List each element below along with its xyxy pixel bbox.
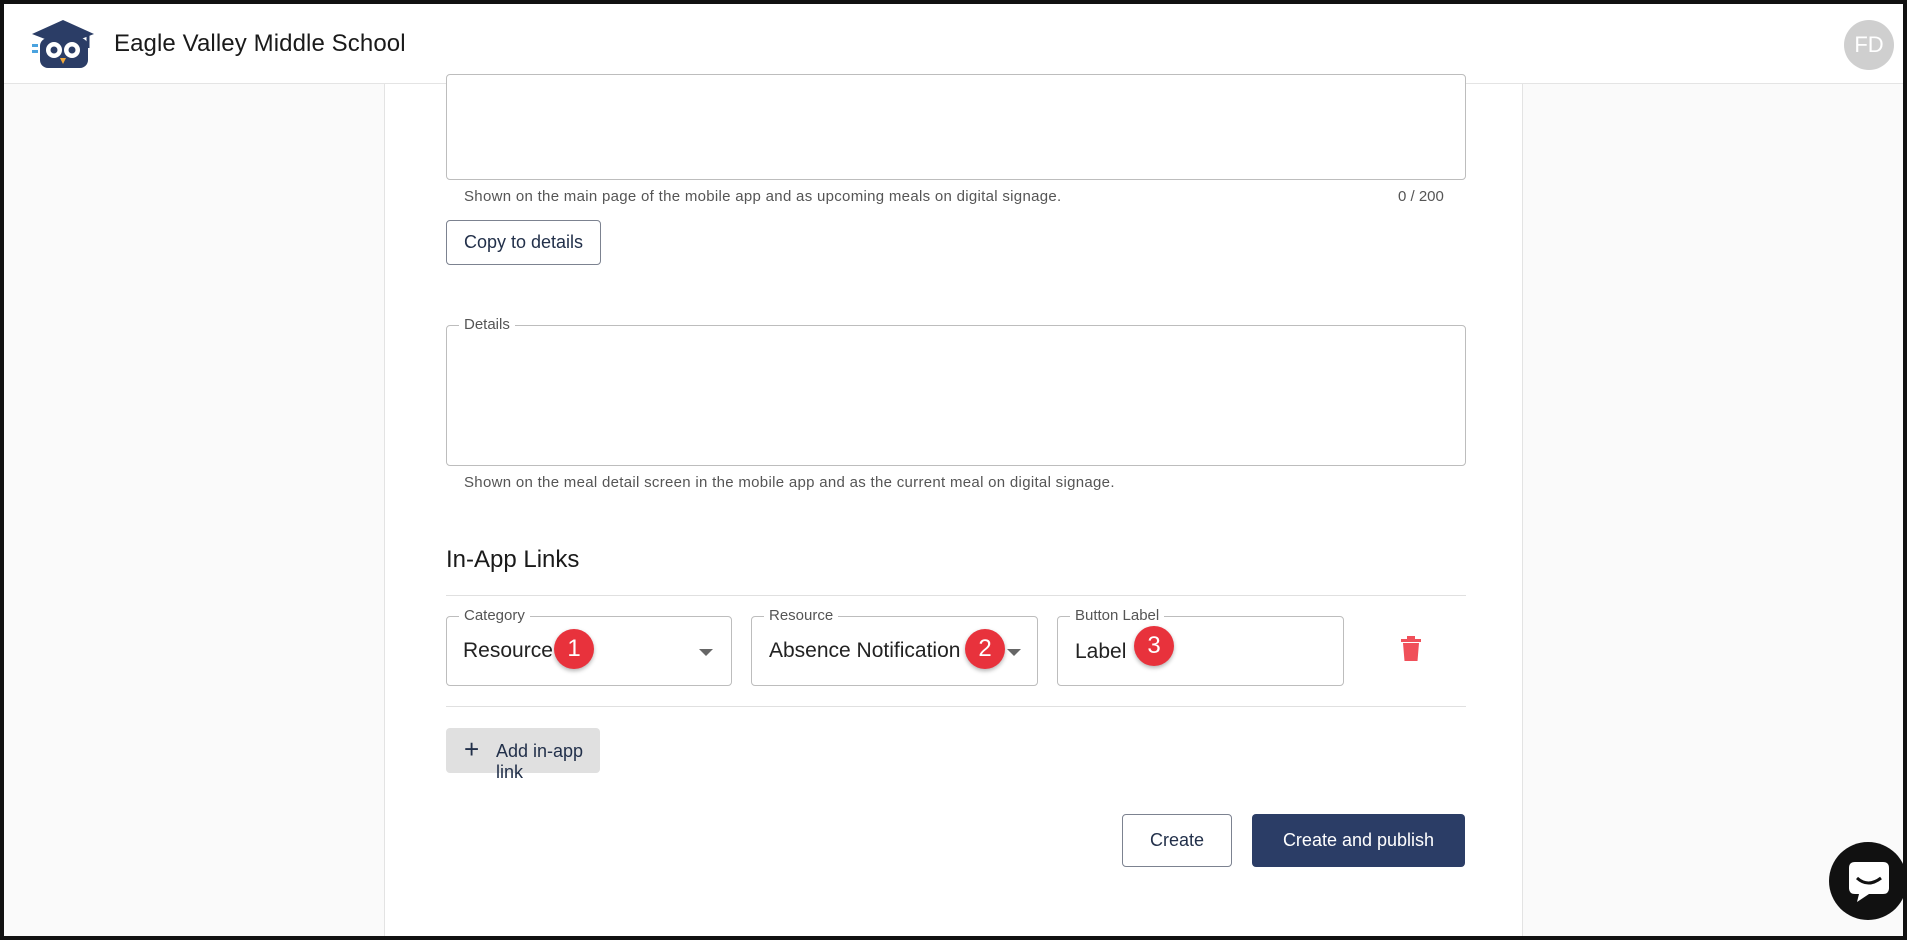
add-in-app-link-button[interactable]: + Add in-app link	[446, 728, 600, 782]
chevron-down-icon	[699, 649, 713, 656]
add-in-app-link-label: Add in-app link	[496, 741, 584, 782]
copy-to-details-button[interactable]: Copy to details	[446, 220, 601, 265]
plus-icon: +	[464, 734, 480, 764]
details-label: Details	[459, 316, 515, 333]
category-label: Category	[459, 607, 530, 624]
chevron-down-icon	[1007, 649, 1021, 656]
row-divider	[446, 706, 1466, 707]
step-badge-2: 2	[965, 629, 1005, 669]
trash-icon[interactable]	[1400, 636, 1422, 662]
summary-char-counter: 0 / 200	[1398, 188, 1444, 205]
step-badge-1: 1	[554, 629, 594, 669]
step-badge-3: 3	[1134, 626, 1174, 666]
resource-value: Absence Notification	[769, 639, 961, 662]
button-label-value: Label	[1075, 640, 1127, 663]
resource-label: Resource	[764, 607, 839, 624]
user-avatar[interactable]: FD	[1844, 20, 1894, 70]
top-app-bar: Eagle Valley Middle School FD	[0, 0, 1907, 84]
details-textarea[interactable]	[446, 325, 1466, 466]
school-logo-icon[interactable]	[30, 18, 96, 70]
button-label-label: Button Label	[1070, 607, 1165, 624]
summary-helper-text: Shown on the main page of the mobile app…	[464, 188, 1062, 205]
summary-textarea[interactable]	[446, 74, 1466, 180]
form-panel: Shown on the main page of the mobile app…	[384, 74, 1523, 940]
details-helper-text: Shown on the meal detail screen in the m…	[464, 474, 1115, 491]
button-label-input[interactable]: Label	[1057, 616, 1344, 686]
category-value: Resource	[463, 639, 553, 662]
chat-bubble-icon[interactable]	[1829, 842, 1907, 920]
school-name: Eagle Valley Middle School	[114, 30, 406, 57]
in-app-links-heading: In-App Links	[446, 546, 580, 573]
create-button[interactable]: Create	[1122, 814, 1232, 867]
create-and-publish-button[interactable]: Create and publish	[1252, 814, 1465, 867]
section-divider	[446, 595, 1466, 596]
